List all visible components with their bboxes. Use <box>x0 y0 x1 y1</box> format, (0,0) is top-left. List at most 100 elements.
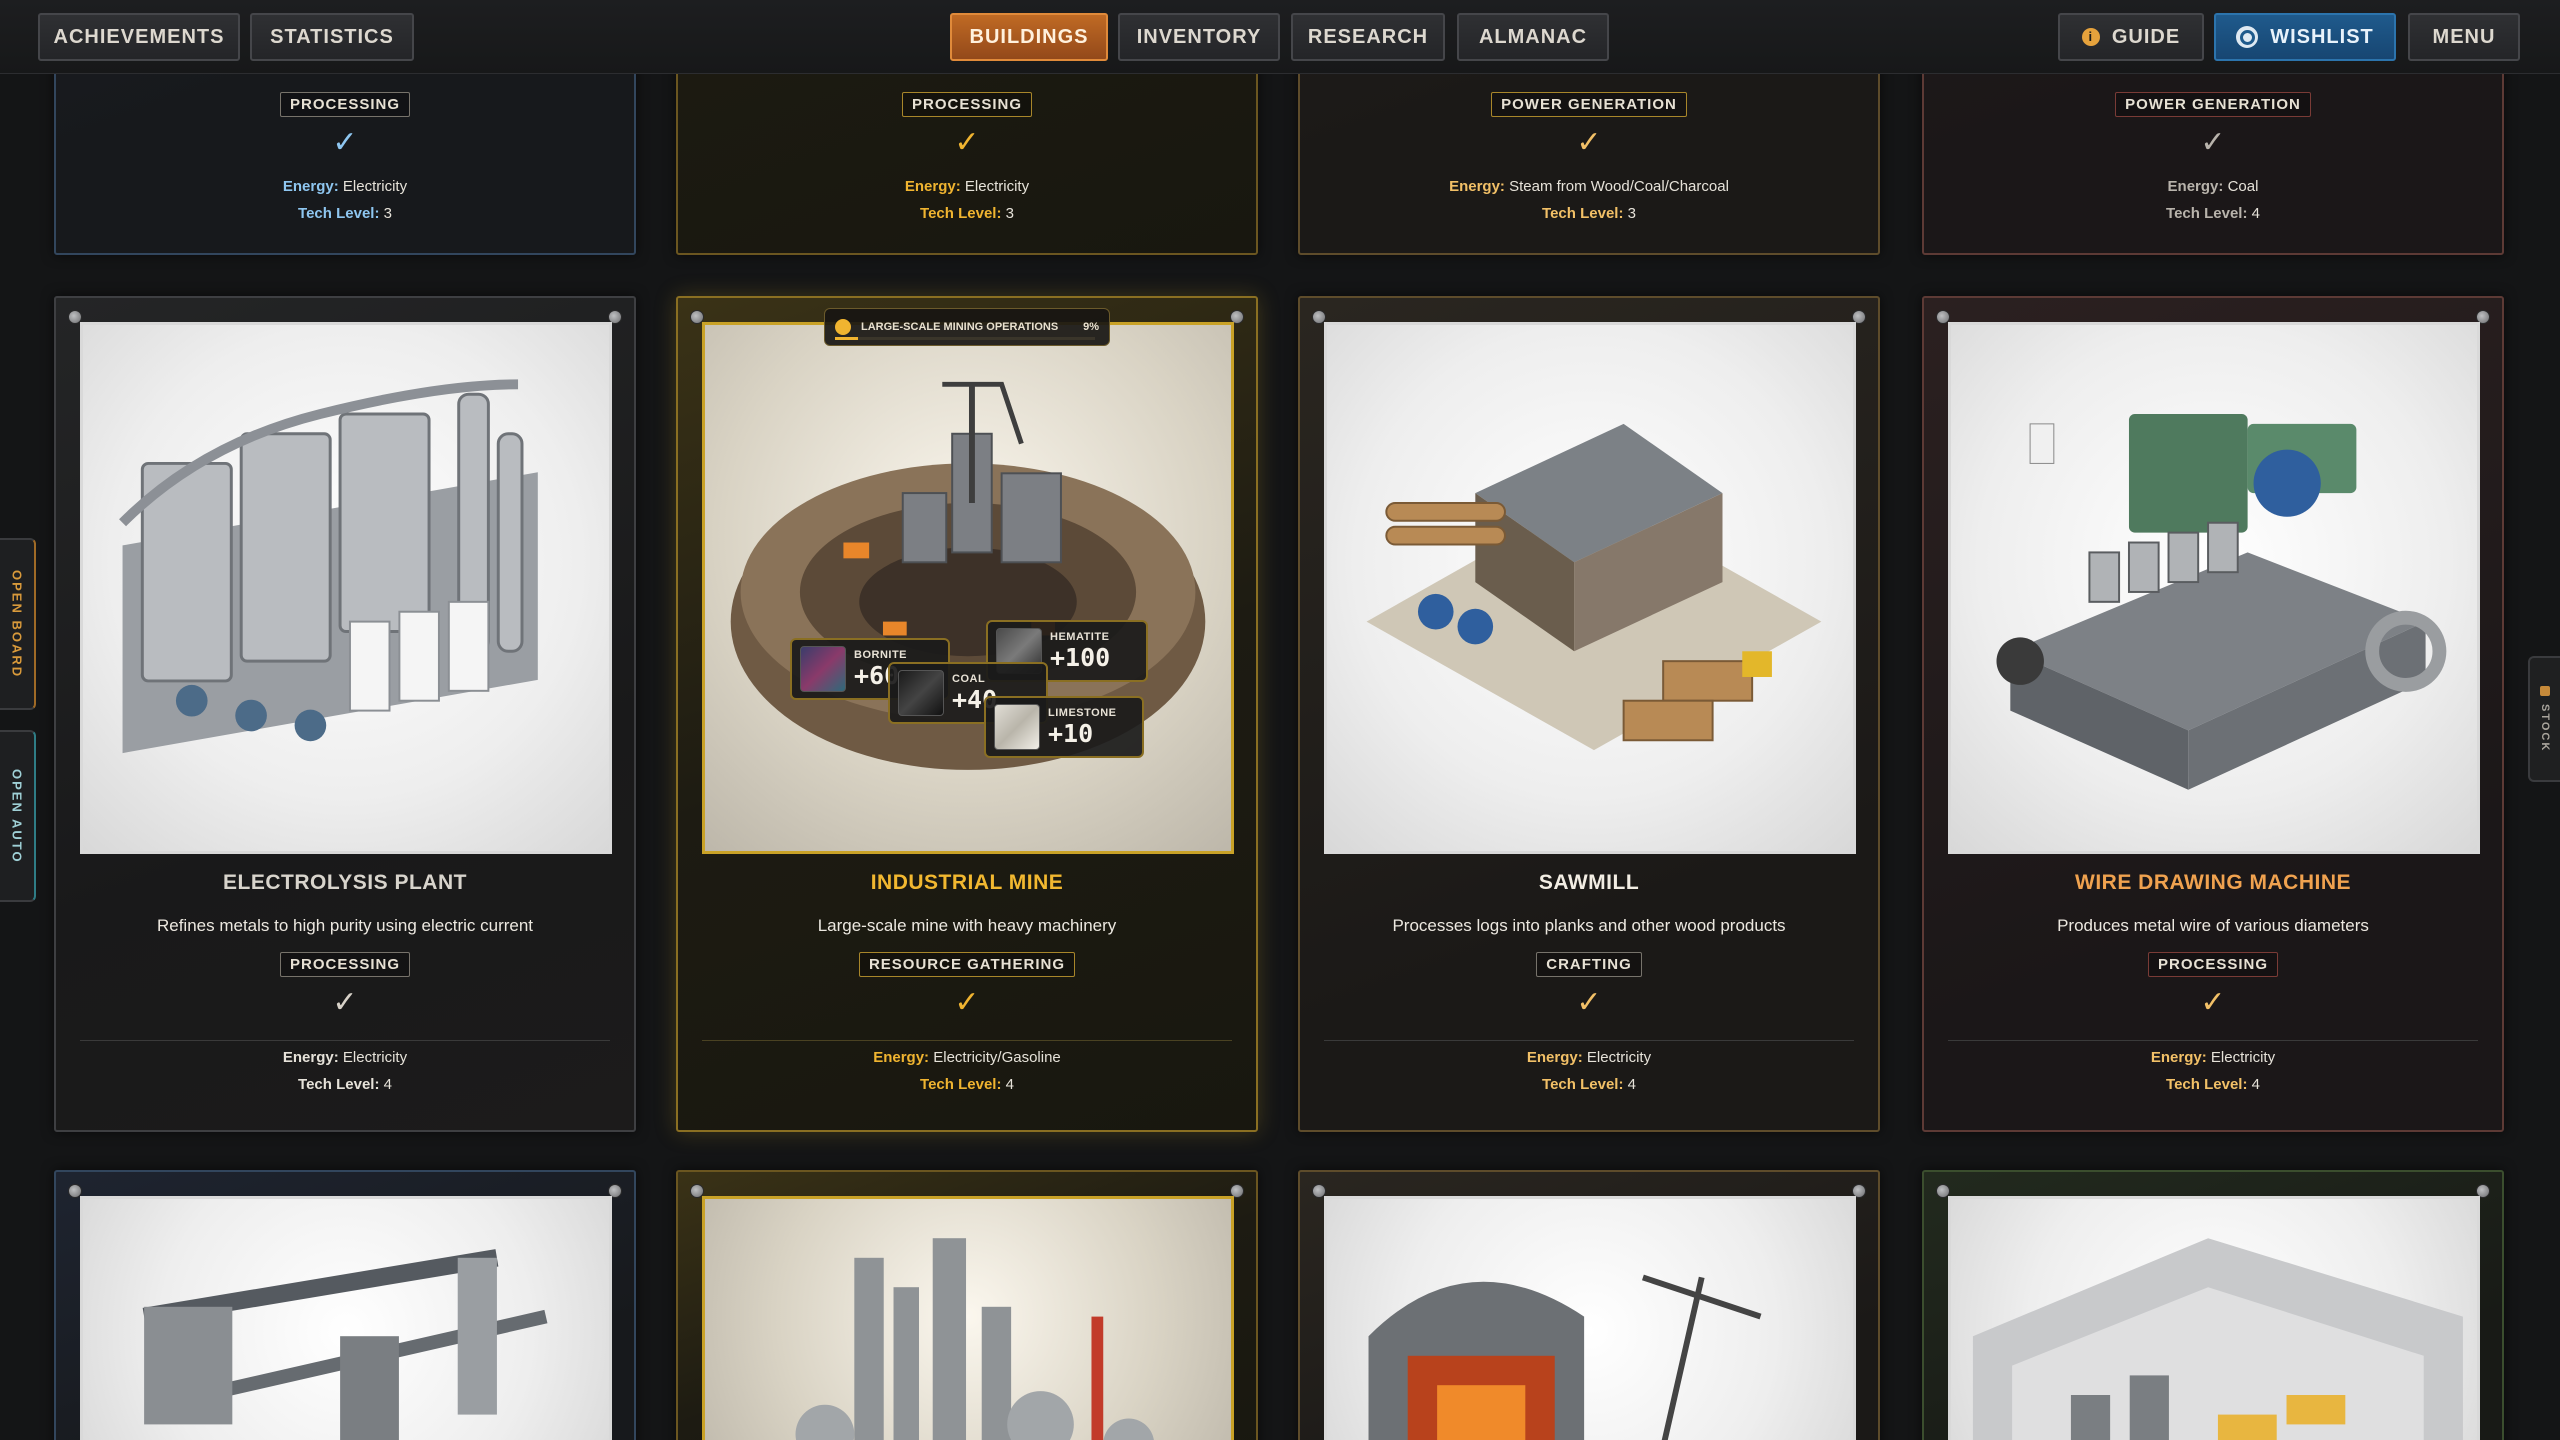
resource-amount: +100 <box>1050 642 1111 672</box>
menu-button[interactable]: MENU <box>2408 13 2520 61</box>
limestone-ore-icon <box>994 704 1040 750</box>
category-tag: CRAFTING <box>1536 952 1642 977</box>
building-description: Processes logs into planks and other woo… <box>1392 916 1786 935</box>
energy-info: Energy: Electricity <box>2150 1049 2276 1066</box>
resource-name: COAL <box>952 672 986 685</box>
blast-furnace-image <box>1324 1196 1856 1440</box>
tech-level-info: Tech Level: 4 <box>920 1076 1014 1093</box>
open-auto-label: OPEN AUTO <box>9 768 25 864</box>
building-name: INDUSTRIAL MINE <box>870 871 1064 894</box>
tech-level-info: Tech Level: 3 <box>920 205 1014 222</box>
divider <box>1324 1040 1854 1041</box>
building-card-electrolysis-plant[interactable]: ELECTROLYSIS PLANT Refines metals to hig… <box>54 296 636 1132</box>
research-tab[interactable]: RESEARCH <box>1291 13 1445 61</box>
building-description: Refines metals to high purity using elec… <box>156 916 534 935</box>
coal-ore-icon <box>898 670 944 716</box>
owned-check-icon: ✓ <box>954 986 980 1019</box>
owned-check-icon: ✓ <box>954 126 980 159</box>
stock-tab[interactable]: STOCK <box>2528 656 2560 782</box>
progress-bar <box>835 337 1095 340</box>
sawmill-image <box>1324 322 1856 854</box>
wishlist-label: WISHLIST <box>2270 25 2374 48</box>
energy-info: Energy: Electricity/Gasoline <box>873 1049 1061 1066</box>
statistics-label: STATISTICS <box>270 25 394 48</box>
resource-amount: +10 <box>1048 718 1094 748</box>
menu-label: MENU <box>2432 25 2496 48</box>
divider <box>80 1040 610 1041</box>
guide-label: GUIDE <box>2111 25 2181 48</box>
category-tag: PROCESSING <box>279 92 411 117</box>
category-tag: RESOURCE GATHERING <box>858 952 1076 977</box>
industrial-mine-image <box>702 322 1234 854</box>
almanac-label: ALMANAC <box>1478 25 1588 48</box>
mining-operation-progress: LARGE-SCALE MINING OPERATIONS 9% <box>824 308 1110 346</box>
steam-icon <box>2236 26 2259 48</box>
wishlist-button[interactable]: WISHLIST <box>2214 13 2396 61</box>
divider <box>702 1040 1232 1041</box>
resource-name: BORNITE <box>854 648 907 661</box>
owned-check-icon: ✓ <box>2200 986 2226 1019</box>
almanac-tab[interactable]: ALMANAC <box>1457 13 1609 61</box>
tech-level-info: Tech Level: 4 <box>2166 205 2260 222</box>
inventory-tab[interactable]: INVENTORY <box>1118 13 1280 61</box>
conveyor-crusher-image <box>80 1196 612 1440</box>
tech-level-info: Tech Level: 3 <box>1542 205 1636 222</box>
wire-drawing-machine-image <box>1948 322 2480 854</box>
top-bar: ACHIEVEMENTS STATISTICS BUILDINGS INVENT… <box>0 0 2560 74</box>
tech-level-info: Tech Level: 3 <box>298 205 392 222</box>
building-card[interactable] <box>1298 1170 1880 1440</box>
open-board-tab[interactable]: OPEN BOARD <box>0 538 36 710</box>
energy-info: Energy: Coal <box>2167 178 2259 195</box>
owned-check-icon: ✓ <box>1576 126 1602 159</box>
operation-label: LARGE-SCALE MINING OPERATIONS <box>861 321 1059 333</box>
divider <box>1948 1040 2478 1041</box>
owned-check-icon: ✓ <box>332 986 358 1019</box>
resource-popup-limestone: LIMESTONE +10 <box>984 696 1144 758</box>
building-description: Produces metal wire of various diameters <box>2057 916 2369 935</box>
open-auto-tab[interactable]: OPEN AUTO <box>0 730 36 902</box>
inventory-label: INVENTORY <box>1136 25 1262 48</box>
building-card-wire-drawing-machine[interactable]: WIRE DRAWING MACHINE Produces metal wire… <box>1922 296 2504 1132</box>
owned-check-icon: ✓ <box>2200 126 2226 159</box>
electrolysis-plant-image <box>80 322 612 854</box>
refinery-image <box>702 1196 1234 1440</box>
category-tag: POWER GENERATION <box>2115 92 2311 117</box>
stock-icon <box>2540 685 2550 696</box>
energy-info: Energy: Electricity <box>904 178 1030 195</box>
building-card[interactable] <box>1922 1170 2504 1440</box>
building-name: ELECTROLYSIS PLANT <box>223 871 467 894</box>
info-icon: i <box>2081 28 2100 46</box>
bornite-ore-icon <box>800 646 846 692</box>
resource-name: HEMATITE <box>1050 630 1110 643</box>
stock-label: STOCK <box>2539 703 2551 753</box>
building-description: Large-scale mine with heavy machinery <box>817 916 1117 935</box>
progress-fill <box>835 337 859 340</box>
building-card[interactable] <box>676 1170 1258 1440</box>
open-board-label: OPEN BOARD <box>9 569 25 679</box>
gold-coin-icon <box>835 319 851 335</box>
tech-level-info: Tech Level: 4 <box>1542 1076 1636 1093</box>
category-tag: PROCESSING <box>2147 952 2279 977</box>
energy-info: Energy: Electricity <box>282 178 408 195</box>
tech-level-info: Tech Level: 4 <box>2166 1076 2260 1093</box>
owned-check-icon: ✓ <box>1576 986 1602 1019</box>
building-name: WIRE DRAWING MACHINE <box>2075 871 2351 894</box>
building-name: SAWMILL <box>1538 871 1640 894</box>
energy-info: Energy: Electricity <box>1526 1049 1652 1066</box>
energy-info: Energy: Electricity <box>282 1049 408 1066</box>
category-tag: PROCESSING <box>901 92 1033 117</box>
operation-percent: 9% <box>1083 321 1099 333</box>
guide-button[interactable]: i GUIDE <box>2058 13 2204 61</box>
energy-info: Energy: Steam from Wood/Coal/Charcoal <box>1449 178 1729 195</box>
buildings-tab[interactable]: BUILDINGS <box>950 13 1108 61</box>
buildings-label: BUILDINGS <box>969 25 1089 48</box>
building-card-sawmill[interactable]: SAWMILL Processes logs into planks and o… <box>1298 296 1880 1132</box>
statistics-tab[interactable]: STATISTICS <box>250 13 414 61</box>
research-label: RESEARCH <box>1307 25 1429 48</box>
achievements-tab[interactable]: ACHIEVEMENTS <box>38 13 240 61</box>
owned-check-icon: ✓ <box>332 126 358 159</box>
category-tag: POWER GENERATION <box>1491 92 1687 117</box>
resource-name: LIMESTONE <box>1048 706 1117 719</box>
building-card[interactable] <box>54 1170 636 1440</box>
category-tag: PROCESSING <box>279 952 411 977</box>
